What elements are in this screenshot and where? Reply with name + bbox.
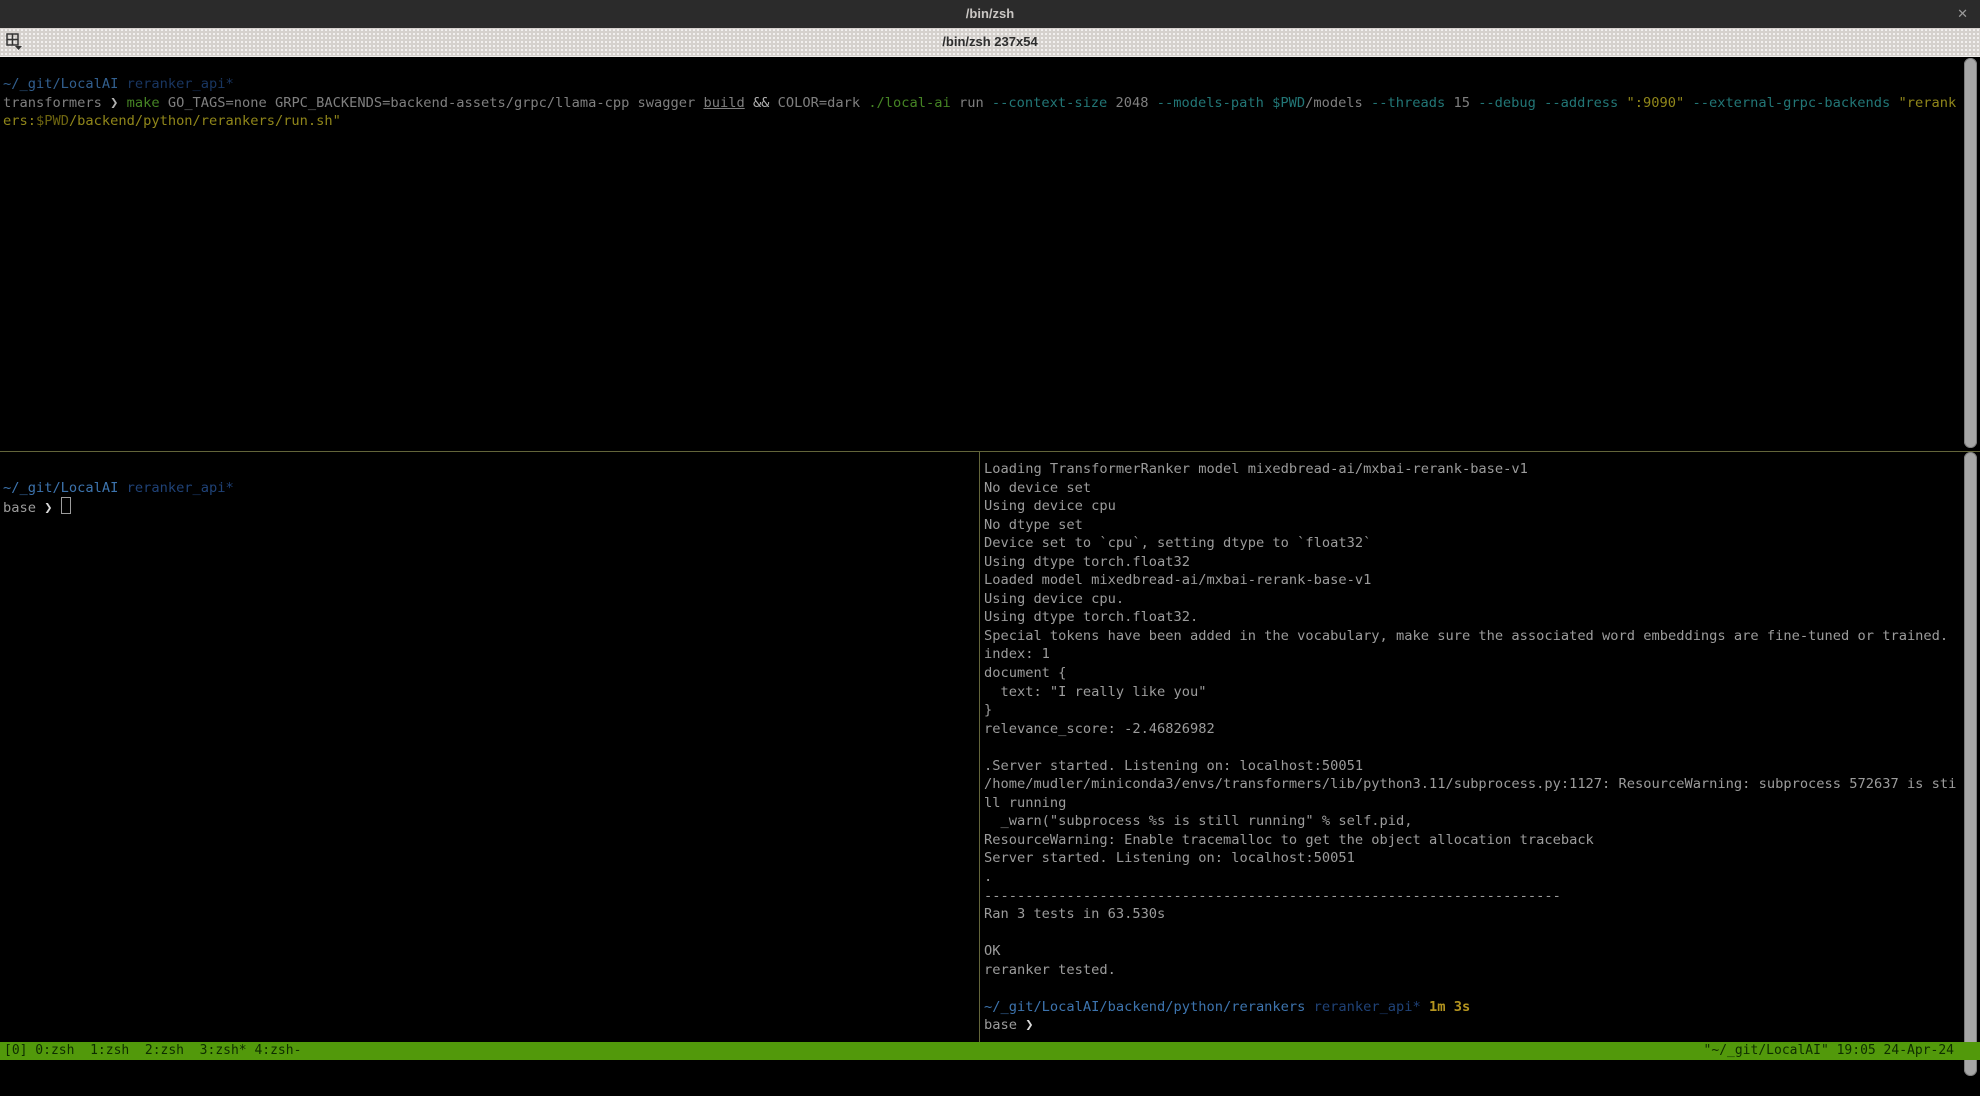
terminal-line: document { bbox=[984, 664, 1957, 683]
terminal-line: ResourceWarning: Enable tracemalloc to g… bbox=[984, 831, 1957, 850]
terminal-line: base ❯ bbox=[984, 1016, 1957, 1035]
terminal-pane-bottom-right[interactable]: Loading TransformerRanker model mixedbre… bbox=[981, 452, 1960, 1042]
terminal-line: } bbox=[984, 701, 1957, 720]
terminal-line: base ❯ bbox=[3, 497, 979, 516]
terminal-line: No device set bbox=[984, 479, 1957, 498]
terminal-line: .Server started. Listening on: localhost… bbox=[984, 757, 1957, 776]
terminal-line: transformers ❯ make GO_TAGS=none GRPC_BA… bbox=[3, 94, 1959, 113]
terminal-line: ers:$PWD/backend/python/rerankers/run.sh… bbox=[3, 112, 1959, 131]
terminal-line: Loaded model mixedbread-ai/mxbai-rerank-… bbox=[984, 571, 1957, 590]
close-icon[interactable]: ✕ bbox=[1957, 0, 1968, 28]
terminal-area: ~/_git/LocalAI reranker_api*transformers… bbox=[0, 57, 1980, 1042]
terminal-line: Using device cpu bbox=[984, 497, 1957, 516]
terminal-line: . bbox=[984, 868, 1957, 887]
tab-bar: /bin/zsh 237x54 bbox=[0, 28, 1980, 57]
pane-divider-vertical[interactable] bbox=[979, 452, 980, 1042]
terminal-line: relevance_score: -2.46826982 bbox=[984, 720, 1957, 739]
terminal-line bbox=[3, 460, 979, 479]
terminal-cursor bbox=[61, 497, 71, 514]
terminal-line: ~/_git/LocalAI reranker_api* bbox=[3, 75, 1959, 94]
tmux-status-bar[interactable]: [0] 0:zsh 1:zsh 2:zsh 3:zsh* 4:zsh- "~/_… bbox=[0, 1042, 1980, 1060]
terminal-line bbox=[984, 979, 1957, 998]
terminal-line: Device set to `cpu`, setting dtype to `f… bbox=[984, 534, 1957, 553]
terminal-line: ~/_git/LocalAI reranker_api* bbox=[3, 479, 979, 498]
terminal-line: /home/mudler/miniconda3/envs/transformer… bbox=[984, 775, 1957, 794]
terminal-line: OK bbox=[984, 942, 1957, 961]
terminal-line: Ran 3 tests in 63.530s bbox=[984, 905, 1957, 924]
terminal-line: Using device cpu. bbox=[984, 590, 1957, 609]
scrollbar-thumb-top-pane[interactable] bbox=[1964, 58, 1977, 448]
active-tab-label[interactable]: /bin/zsh 237x54 bbox=[0, 28, 1980, 56]
terminal-line bbox=[984, 738, 1957, 757]
terminal-line: Special tokens have been added in the vo… bbox=[984, 627, 1957, 646]
terminal-line: ll running bbox=[984, 794, 1957, 813]
terminal-pane-top[interactable]: ~/_git/LocalAI reranker_api*transformers… bbox=[0, 57, 1962, 469]
terminal-line: _warn("subprocess %s is still running" %… bbox=[984, 812, 1957, 831]
terminal-line: index: 1 bbox=[984, 645, 1957, 664]
terminal-line: Using dtype torch.float32 bbox=[984, 553, 1957, 572]
terminal-line: Using dtype torch.float32. bbox=[984, 608, 1957, 627]
terminal-line bbox=[984, 924, 1957, 943]
terminal-line: ----------------------------------------… bbox=[984, 887, 1957, 906]
terminal-pane-bottom-left[interactable]: ~/_git/LocalAI reranker_api*base ❯ bbox=[0, 452, 982, 1042]
scrollbar-thumb-bottom-right-pane[interactable] bbox=[1964, 452, 1977, 1076]
window-title: /bin/zsh bbox=[0, 0, 1980, 28]
terminal-line: No dtype set bbox=[984, 516, 1957, 535]
terminal-line: reranker tested. bbox=[984, 961, 1957, 980]
tmux-session-info: "~/_git/LocalAI" 19:05 24-Apr-24 bbox=[1704, 1042, 1954, 1060]
terminal-line: ~/_git/LocalAI/backend/python/rerankers … bbox=[984, 998, 1957, 1017]
tmux-window-list[interactable]: [0] 0:zsh 1:zsh 2:zsh 3:zsh* 4:zsh- bbox=[4, 1042, 301, 1060]
window-titlebar[interactable]: /bin/zsh ✕ bbox=[0, 0, 1980, 28]
terminal-line: Loading TransformerRanker model mixedbre… bbox=[984, 460, 1957, 479]
terminal-line: text: "I really like you" bbox=[984, 683, 1957, 702]
terminal-line: Server started. Listening on: localhost:… bbox=[984, 849, 1957, 868]
